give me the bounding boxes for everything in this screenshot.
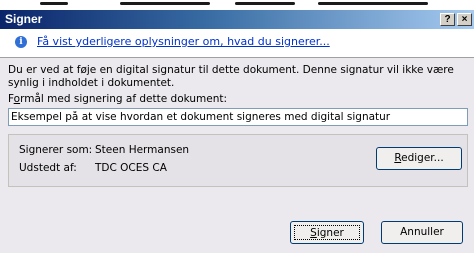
sign-button[interactable]: Signer (290, 221, 364, 244)
cropped-text-fragment (235, 2, 295, 5)
info-icon: i (15, 36, 27, 48)
cancel-button[interactable]: Annuller (381, 221, 463, 244)
signer-value: Steen Hermansen (95, 144, 190, 156)
background-page-strip (0, 0, 474, 10)
close-button[interactable]: × (457, 13, 472, 26)
info-bar: i Få vist yderligere oplysninger om, hva… (0, 29, 474, 57)
description-text: Du er ved at føje en digital signatur ti… (8, 64, 454, 89)
more-info-link[interactable]: Få vist yderligere oplysninger om, hvad … (37, 35, 330, 48)
cropped-text-fragment (120, 2, 210, 5)
edit-button[interactable]: Rediger... (376, 147, 462, 170)
cropped-text-fragment (40, 2, 68, 5)
issuer-row: Udstedt af: TDC OCES CA (19, 162, 167, 174)
help-button[interactable]: ? (440, 13, 455, 26)
signer-row: Signerer som: Steen Hermansen (19, 144, 189, 156)
sign-dialog: Signer ? × i Få vist yderligere oplysnin… (0, 10, 474, 253)
purpose-label: Formål med signering af dette dokument: (8, 93, 228, 105)
purpose-input[interactable] (8, 108, 468, 126)
cropped-text-fragment (318, 2, 428, 5)
divider (0, 57, 474, 58)
signer-label: Signerer som: (19, 144, 93, 156)
issuer-label: Udstedt af: (19, 162, 77, 174)
focus-rect: Signer (294, 225, 360, 240)
issuer-value: TDC OCES CA (95, 162, 167, 174)
title-bar[interactable]: Signer ? × (0, 10, 474, 29)
window-title: Signer (5, 12, 43, 26)
